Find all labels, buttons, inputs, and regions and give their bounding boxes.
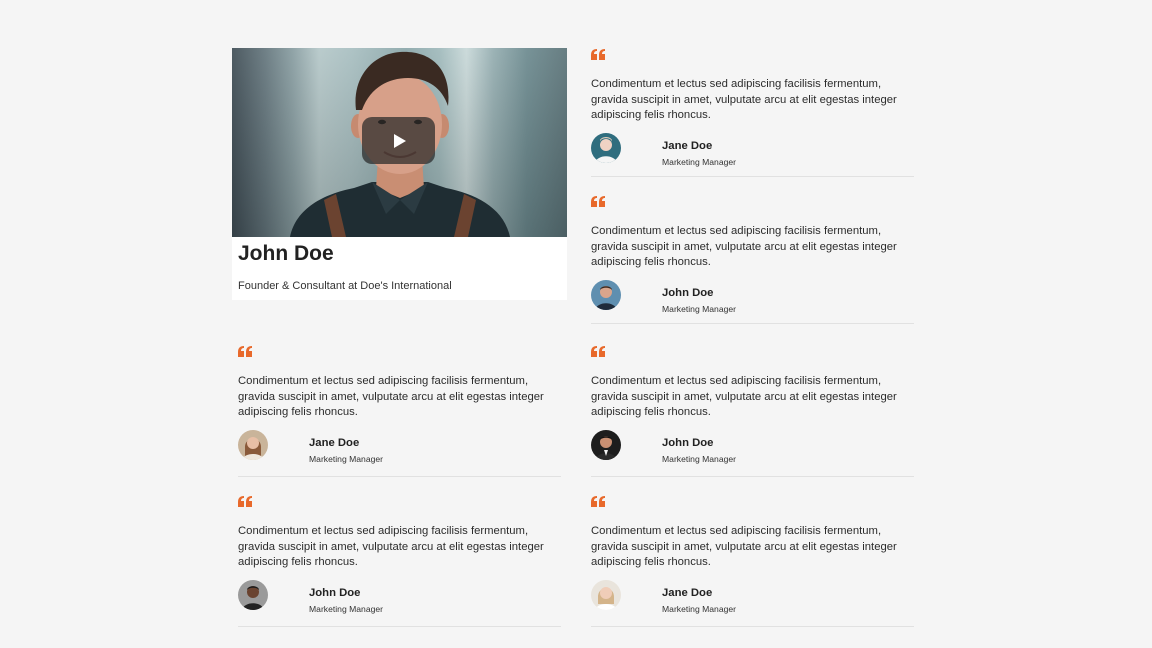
author-name: John Doe <box>309 587 361 599</box>
testimonial-card: Condimentum et lectus sed adipiscing fac… <box>238 346 561 477</box>
video-thumbnail[interactable] <box>232 48 567 237</box>
author-role: Marketing Manager <box>309 454 384 464</box>
quote-icon <box>238 496 252 507</box>
author-role: Marketing Manager <box>662 604 737 614</box>
author-name: Jane Doe <box>662 140 713 152</box>
testimonial-text: Condimentum et lectus sed adipiscing fac… <box>591 375 897 419</box>
featured-video-card: John Doe Founder & Consultant at Doe's I… <box>232 48 567 300</box>
author-name: Jane Doe <box>662 587 713 599</box>
author-name: Jane Doe <box>309 437 360 449</box>
avatar <box>591 280 621 310</box>
quote-icon <box>591 49 605 60</box>
quote-icon <box>591 196 605 207</box>
author-role: Marketing Manager <box>309 604 384 614</box>
testimonial-text: Condimentum et lectus sed adipiscing fac… <box>591 525 897 569</box>
testimonial-card: Condimentum et lectus sed adipiscing fac… <box>591 196 914 324</box>
testimonial-card: Condimentum et lectus sed adipiscing fac… <box>591 496 914 627</box>
author-role: Marketing Manager <box>662 304 737 314</box>
author-role: Marketing Manager <box>662 157 737 167</box>
author-name: John Doe <box>662 287 714 299</box>
testimonial-text: Condimentum et lectus sed adipiscing fac… <box>238 525 544 569</box>
play-icon <box>394 133 406 148</box>
avatar <box>238 430 268 460</box>
avatar <box>591 580 621 610</box>
testimonial-card: Condimentum et lectus sed adipiscing fac… <box>591 49 914 177</box>
play-button[interactable] <box>362 117 435 164</box>
featured-role: Founder & Consultant at Doe's Internatio… <box>238 280 452 292</box>
quote-icon <box>591 496 605 507</box>
testimonial-text: Condimentum et lectus sed adipiscing fac… <box>591 78 897 122</box>
author-name: John Doe <box>662 437 714 449</box>
author-role: Marketing Manager <box>662 454 737 464</box>
featured-name: John Doe <box>238 242 334 265</box>
testimonial-card: Condimentum et lectus sed adipiscing fac… <box>591 346 914 477</box>
avatar <box>591 430 621 460</box>
testimonial-card: Condimentum et lectus sed adipiscing fac… <box>238 496 561 627</box>
testimonial-text: Condimentum et lectus sed adipiscing fac… <box>591 225 897 269</box>
quote-icon <box>238 346 252 357</box>
avatar <box>238 580 268 610</box>
avatar <box>591 133 621 163</box>
quote-icon <box>591 346 605 357</box>
testimonial-text: Condimentum et lectus sed adipiscing fac… <box>238 375 544 419</box>
